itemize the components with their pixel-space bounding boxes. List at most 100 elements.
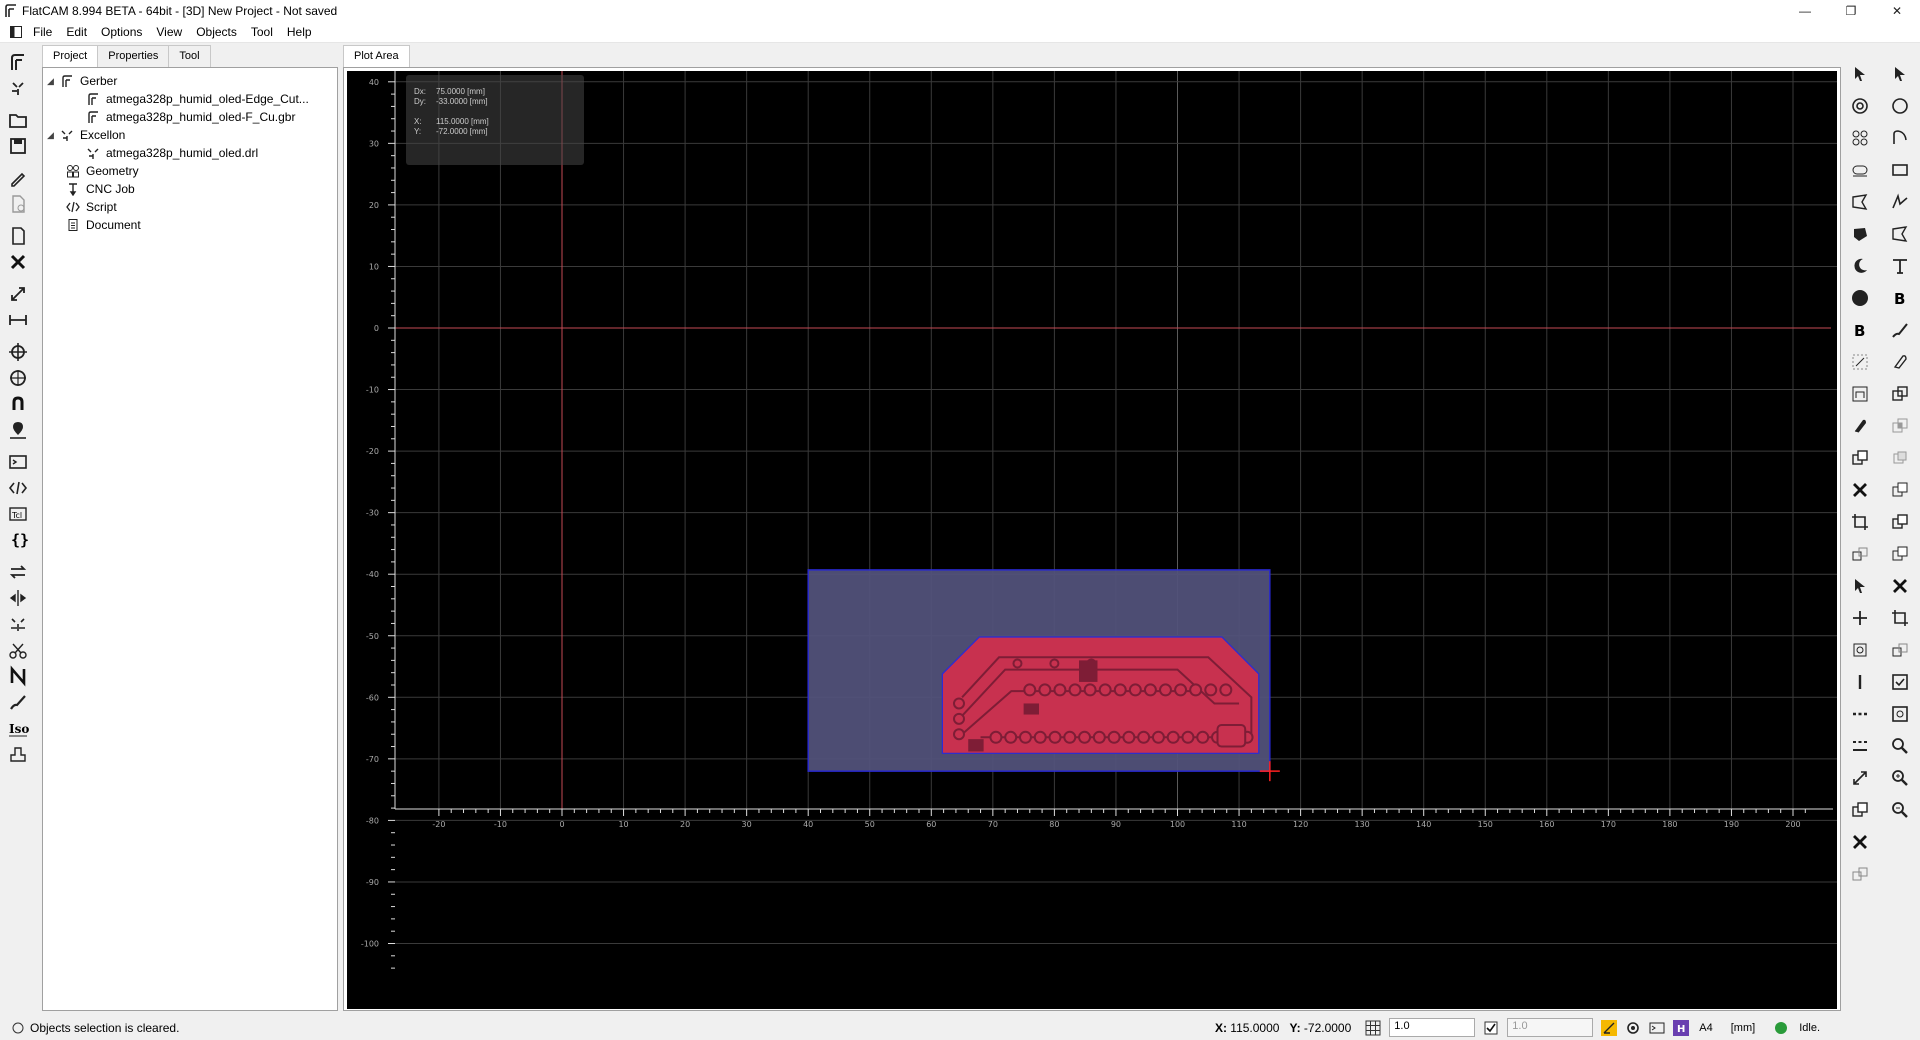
pad-icon[interactable] (1846, 218, 1874, 250)
plot-graphics[interactable]: -20 -10 0 10 20 30 40 50 60 70 80 90 100 110 120 130 140… (347, 71, 1837, 1009)
tab-project[interactable]: Project (42, 45, 99, 68)
circle-filled-icon[interactable] (1846, 282, 1874, 314)
locate-icon[interactable] (3, 417, 33, 443)
command-line-icon[interactable] (3, 449, 33, 475)
transform-icon[interactable] (1846, 506, 1874, 538)
tree-item-excellon[interactable]: ◢ Excellon (47, 126, 125, 144)
buffer-tool-icon[interactable]: B (1886, 282, 1914, 314)
paint-tool-icon[interactable] (1886, 314, 1914, 346)
restore-button[interactable]: ❐ (1828, 0, 1874, 22)
menu-view[interactable]: View (149, 22, 189, 43)
minimize-button[interactable]: — (1782, 0, 1828, 22)
array-icon[interactable] (1846, 122, 1874, 154)
eraser-tool-icon[interactable] (1886, 346, 1914, 378)
distance-tool-icon[interactable] (3, 281, 33, 307)
move-geo-icon[interactable] (1846, 858, 1874, 890)
move-tool-icon[interactable] (1886, 634, 1914, 666)
collapse-arrow-icon[interactable]: ◢ (47, 76, 59, 87)
collapse-arrow-icon[interactable]: ◢ (47, 130, 59, 141)
move-shape-icon[interactable] (1846, 538, 1874, 570)
mirror-icon[interactable] (3, 585, 33, 611)
snap-corner-icon[interactable] (1886, 698, 1914, 730)
new-geometry-icon[interactable] (3, 165, 33, 191)
copy-geo-icon[interactable] (1886, 506, 1914, 538)
menu-edit[interactable]: Edit (59, 22, 94, 43)
line-icon[interactable] (1846, 666, 1874, 698)
code-icon[interactable] (3, 475, 33, 501)
tree-item-document[interactable]: Document (65, 216, 141, 234)
shell-icon[interactable] (1647, 1018, 1667, 1038)
delete-shape-icon[interactable] (1846, 474, 1874, 506)
path-icon[interactable] (1886, 186, 1914, 218)
buffer-icon[interactable]: B (1846, 314, 1874, 346)
delete-icon[interactable] (3, 249, 33, 275)
tab-properties[interactable]: Properties (97, 45, 170, 67)
isolation-icon[interactable]: Iso (3, 715, 33, 741)
drill-icon[interactable] (3, 611, 33, 637)
dotted-lines-icon[interactable] (1846, 730, 1874, 762)
delete-geo-icon[interactable] (1846, 826, 1874, 858)
move-shape2-icon[interactable] (1886, 538, 1914, 570)
transform-tool-icon[interactable] (1886, 602, 1914, 634)
page-size-label[interactable]: A4 (1699, 1022, 1712, 1034)
pointer-icon[interactable] (1886, 58, 1914, 90)
snap-grid-icon[interactable] (1886, 666, 1914, 698)
select-arrow-icon[interactable] (1846, 58, 1874, 90)
group-icon[interactable] (1846, 634, 1874, 666)
menu-options[interactable]: Options (94, 22, 149, 43)
units-label[interactable]: [mm] (1731, 1022, 1755, 1034)
flip-icon[interactable] (3, 559, 33, 585)
tree-item-drl[interactable]: atmega328p_humid_oled.drl (85, 144, 258, 162)
zoom-fit-icon[interactable] (1886, 730, 1914, 762)
resize-icon[interactable] (1846, 762, 1874, 794)
ncc-icon[interactable] (3, 663, 33, 689)
jump-to-icon[interactable] (3, 391, 33, 417)
tab-plot-area[interactable]: Plot Area (343, 45, 410, 68)
text-icon[interactable] (1886, 250, 1914, 282)
zoom-in-icon[interactable] (1886, 762, 1914, 794)
eraser-icon[interactable] (1846, 410, 1874, 442)
geo-select-icon[interactable] (1846, 570, 1874, 602)
mark-area-icon[interactable] (1846, 378, 1874, 410)
copy-icon[interactable] (1846, 442, 1874, 474)
tree-item-cnc-job[interactable]: CNC Job (65, 180, 135, 198)
tab-tool[interactable]: Tool (168, 45, 211, 67)
grid-lock-checkbox-icon[interactable] (1481, 1018, 1501, 1038)
open-excellon-icon[interactable] (3, 75, 33, 101)
cutout-icon[interactable] (3, 637, 33, 663)
arc-icon[interactable] (1846, 250, 1874, 282)
menu-help[interactable]: Help (280, 22, 319, 43)
menu-objects[interactable]: Objects (189, 22, 244, 43)
plot-canvas[interactable]: -20 -10 0 10 20 30 40 50 60 70 80 90 100 110 120 130 140… (347, 71, 1837, 1009)
new-document-icon[interactable] (3, 223, 33, 249)
tree-item-edge-cuts[interactable]: atmega328p_humid_oled-Edge_Cut... (85, 90, 309, 108)
distance-min-icon[interactable] (3, 307, 33, 333)
copy-shape-icon[interactable] (1846, 794, 1874, 826)
scale-icon[interactable] (1846, 346, 1874, 378)
new-gerber-icon[interactable] (3, 191, 33, 217)
zoom-out-icon[interactable] (1886, 794, 1914, 826)
subtract-icon[interactable] (1886, 442, 1914, 474)
open-project-icon[interactable] (3, 107, 33, 133)
slot-icon[interactable] (1846, 154, 1874, 186)
polygon-tool-icon[interactable] (1886, 218, 1914, 250)
tree-item-gerber[interactable]: ◢ Gerber (47, 72, 117, 90)
intersection-icon[interactable] (1886, 410, 1914, 442)
dots-icon[interactable] (1846, 698, 1874, 730)
grid-x-input[interactable]: 1.0 (1389, 1018, 1476, 1037)
close-button[interactable]: ✕ (1874, 0, 1920, 22)
move-to-origin-icon[interactable] (3, 365, 33, 391)
set-origin-icon[interactable] (3, 339, 33, 365)
paint-icon[interactable] (3, 689, 33, 715)
rectangle-icon[interactable] (1886, 154, 1914, 186)
arc-tool-icon[interactable] (1886, 122, 1914, 154)
grid-y-input[interactable]: 1.0 (1507, 1018, 1594, 1037)
menu-tool[interactable]: Tool (244, 22, 280, 43)
tree-item-geometry[interactable]: Geometry (65, 162, 139, 180)
open-gerber-icon[interactable] (3, 49, 33, 75)
add-icon[interactable] (1846, 602, 1874, 634)
circle-icon[interactable] (1886, 90, 1914, 122)
solder-paste-icon[interactable] (3, 741, 33, 767)
settings-gear-icon[interactable] (1623, 1018, 1643, 1038)
panel-toggle-icon[interactable] (6, 26, 26, 38)
